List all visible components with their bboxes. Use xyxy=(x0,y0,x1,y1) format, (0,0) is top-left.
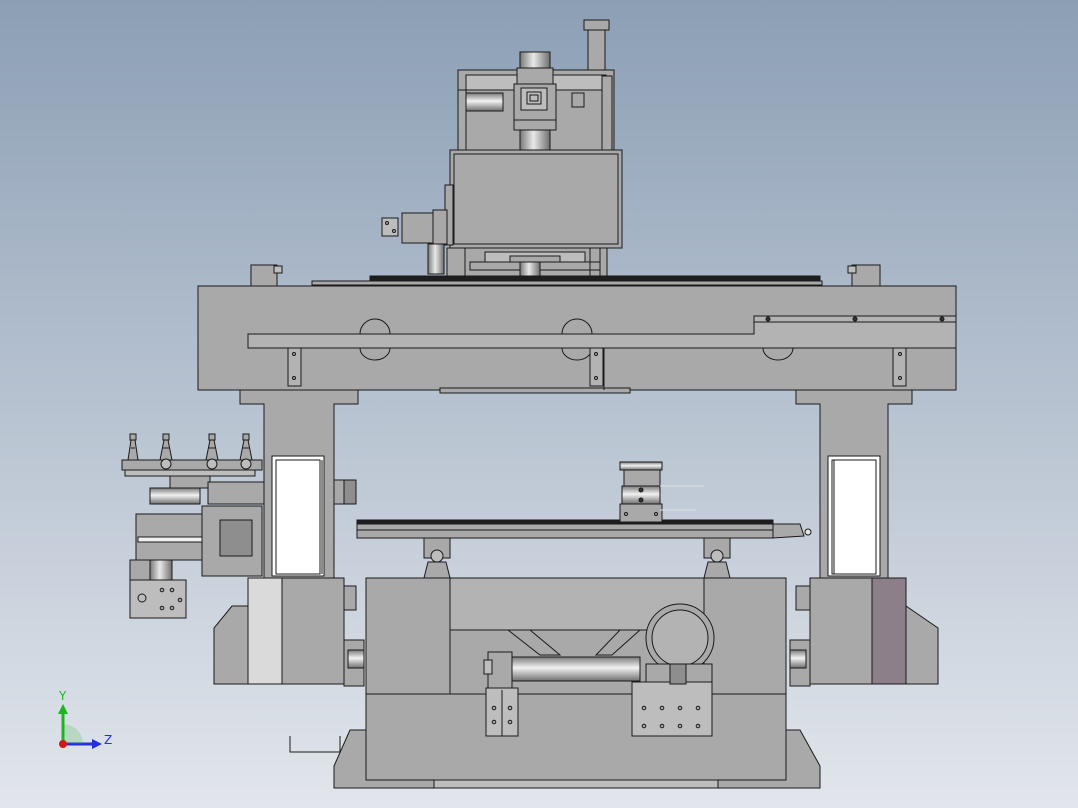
end-stop-left xyxy=(250,264,283,287)
z-axis-label: Z xyxy=(104,733,112,747)
table-support-right xyxy=(703,537,731,579)
table-support-left xyxy=(423,537,451,579)
gantry-crossbeam[interactable] xyxy=(197,285,957,394)
central-base[interactable] xyxy=(289,577,821,789)
x-axis-origin xyxy=(59,740,67,748)
end-stop-right xyxy=(847,264,881,287)
y-axis-label: Y xyxy=(58,689,67,703)
machine-drawing: Y Z xyxy=(0,0,1078,808)
cad-viewport[interactable]: Y Z xyxy=(0,0,1078,808)
tool-holder xyxy=(127,433,139,461)
rail-base xyxy=(311,280,823,286)
